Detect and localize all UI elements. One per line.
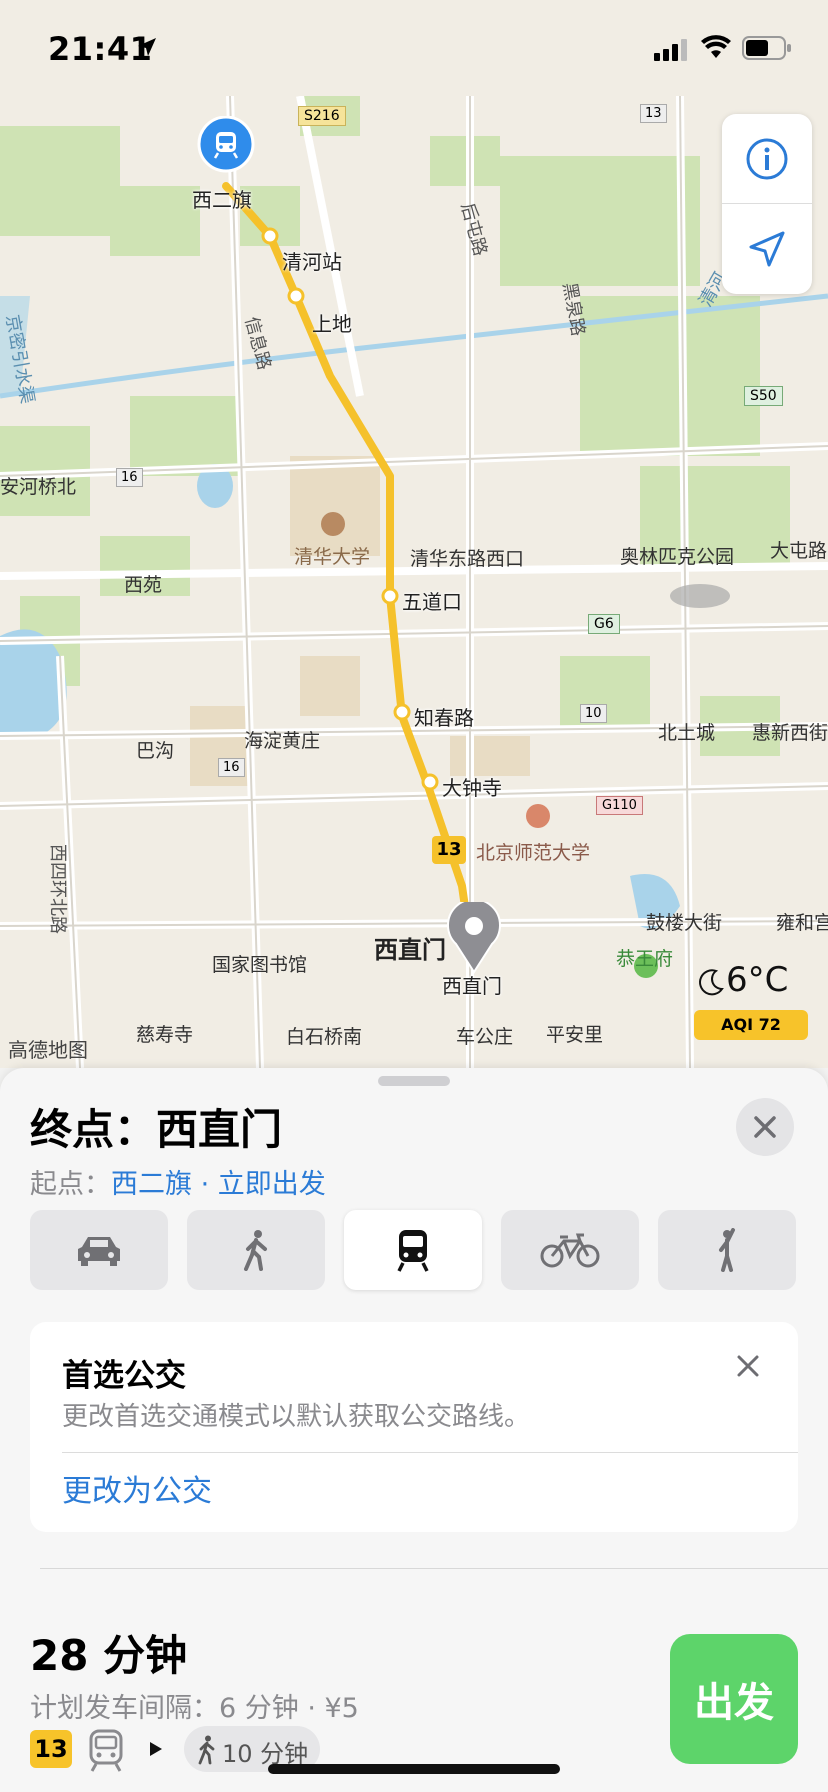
close-button[interactable] bbox=[736, 1098, 794, 1156]
station-label: 清河站 bbox=[282, 250, 342, 274]
mode-drive-button[interactable] bbox=[30, 1210, 168, 1290]
map-label-district: 西直门 bbox=[374, 936, 446, 964]
map-label: 西苑 bbox=[124, 574, 163, 596]
go-button[interactable]: 出发 bbox=[670, 1634, 798, 1764]
aqi-badge: AQI 72 bbox=[694, 1010, 808, 1040]
highway-shield: S50 bbox=[744, 386, 783, 406]
station-dot[interactable] bbox=[287, 287, 305, 305]
highway-shield: 16 bbox=[218, 758, 245, 777]
location-arrow-icon bbox=[138, 38, 156, 56]
info-button[interactable] bbox=[722, 114, 812, 203]
car-icon bbox=[78, 1237, 120, 1266]
moon-icon bbox=[699, 968, 724, 995]
highway-shield: S216 bbox=[298, 106, 346, 126]
map-label: 安河桥北 bbox=[0, 476, 77, 498]
directions-sheet: 终点：西直门 起点：西二旗 · 立即出发 首选公交 更改首选交通模式以默认获取公… bbox=[0, 1068, 828, 1792]
preference-card: 首选公交 更改首选交通模式以默认获取公交路线。 更改为公交 bbox=[30, 1322, 798, 1532]
map-label: 北土城 bbox=[658, 722, 716, 744]
walk-icon bbox=[198, 1735, 215, 1765]
highway-shield: 16 bbox=[116, 468, 143, 487]
map-label: 北京师范大学 bbox=[476, 842, 591, 864]
station-dot[interactable] bbox=[381, 587, 399, 605]
origin-prefix: 起点： bbox=[30, 1169, 111, 1200]
map-label: 奥林匹克公园 bbox=[620, 546, 735, 568]
walk-icon bbox=[244, 1230, 267, 1271]
highway-shield: G110 bbox=[596, 796, 643, 815]
transport-mode-selector bbox=[30, 1210, 798, 1290]
origin-sep: · bbox=[192, 1169, 218, 1200]
wifi-icon bbox=[701, 35, 731, 58]
mode-rideshare-button[interactable] bbox=[658, 1210, 796, 1290]
depart-time-link[interactable]: 立即出发 bbox=[218, 1169, 326, 1200]
weather-temp: 6°C bbox=[696, 960, 788, 1000]
map-label: 恭王府 bbox=[616, 948, 674, 970]
map-view[interactable]: 西二旗 清河站 上地 五道口 知春路 大钟寺 西直门 13 清华大学 清华东路西… bbox=[0, 96, 828, 1068]
map-label: 雍和宫 bbox=[776, 912, 828, 934]
bike-icon bbox=[540, 1233, 600, 1268]
train-icon bbox=[89, 1729, 123, 1772]
map-label: 大屯路 bbox=[770, 540, 828, 562]
station-dot[interactable] bbox=[261, 227, 279, 245]
section-divider bbox=[40, 1568, 828, 1569]
station-label: 大钟寺 bbox=[442, 776, 502, 800]
destination-station-label: 西直门 bbox=[442, 974, 502, 998]
preference-title: 首选公交 bbox=[62, 1358, 186, 1394]
weather-widget: 6°C AQI 72 bbox=[692, 960, 810, 1044]
map-label: 海淀黄庄 bbox=[244, 730, 321, 752]
location-arrow-icon bbox=[749, 231, 785, 266]
origin-transit-pin[interactable] bbox=[196, 116, 256, 188]
origin-station-label: 西二旗 bbox=[192, 188, 252, 212]
map-label: 清华东路西口 bbox=[410, 548, 525, 570]
map-label: 惠新西街 bbox=[752, 722, 828, 744]
station-label: 知春路 bbox=[414, 706, 474, 730]
road-label: 西四环北路 bbox=[47, 844, 68, 934]
map-label: 白石桥南 bbox=[286, 1026, 363, 1048]
map-label: 车公庄 bbox=[456, 1026, 514, 1048]
station-dot[interactable] bbox=[393, 703, 411, 721]
rideshare-icon bbox=[719, 1228, 735, 1272]
map-line-badge: 13 bbox=[432, 836, 466, 864]
battery-icon bbox=[742, 36, 791, 60]
dismiss-card-icon[interactable] bbox=[736, 1354, 760, 1378]
map-label: 巴沟 bbox=[136, 740, 175, 762]
locate-button[interactable] bbox=[722, 204, 812, 293]
change-to-transit-link[interactable]: 更改为公交 bbox=[62, 1466, 212, 1510]
chevron-right-icon bbox=[150, 1742, 162, 1756]
home-indicator[interactable] bbox=[268, 1764, 560, 1774]
preference-description: 更改首选交通模式以默认获取公交路线。 bbox=[62, 1402, 531, 1432]
map-label: 清华大学 bbox=[294, 546, 371, 568]
route-duration: 28 分钟 bbox=[30, 1631, 188, 1680]
origin-link[interactable]: 西二旗 bbox=[111, 1169, 192, 1200]
sheet-grabber[interactable] bbox=[378, 1076, 450, 1086]
map-label: 平安里 bbox=[546, 1024, 604, 1046]
map-label: 慈寿寺 bbox=[136, 1024, 194, 1046]
station-label: 上地 bbox=[312, 312, 352, 336]
info-icon bbox=[746, 138, 788, 179]
map-attribution: 高德地图 bbox=[8, 1038, 88, 1062]
mode-transit-button[interactable] bbox=[344, 1210, 482, 1290]
highway-shield: G6 bbox=[588, 614, 620, 634]
highway-shield: 10 bbox=[580, 704, 607, 723]
line-badge: 13 bbox=[30, 1730, 72, 1768]
close-icon bbox=[754, 1116, 776, 1138]
mode-cycle-button[interactable] bbox=[501, 1210, 639, 1290]
destination-pin[interactable] bbox=[446, 902, 502, 976]
station-dot[interactable] bbox=[421, 773, 439, 791]
route-interval: 计划发车间隔：6 分钟 · ¥5 bbox=[30, 1693, 359, 1724]
station-label: 五道口 bbox=[402, 590, 462, 614]
map-controls bbox=[722, 114, 812, 294]
card-divider bbox=[62, 1452, 798, 1453]
cellular-signal-icon bbox=[654, 39, 687, 61]
status-bar: 21:41 bbox=[0, 0, 828, 96]
map-label: 鼓楼大街 bbox=[646, 912, 723, 934]
transit-icon bbox=[397, 1230, 429, 1272]
highway-shield: 13 bbox=[640, 104, 667, 123]
map-label: 国家图书馆 bbox=[212, 954, 308, 976]
mode-walk-button[interactable] bbox=[187, 1210, 325, 1290]
origin-line: 起点：西二旗 · 立即出发 bbox=[30, 1162, 326, 1201]
destination-title: 终点：西直门 bbox=[30, 1105, 283, 1154]
